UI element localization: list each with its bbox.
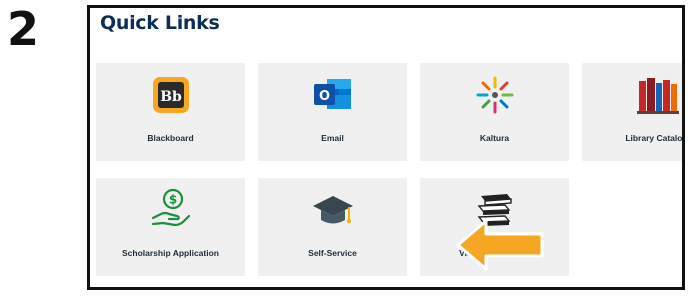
tile-blackboard[interactable]: Bb Blackboard xyxy=(96,63,245,161)
tile-scholarship-application[interactable]: $ Scholarship Application xyxy=(96,178,245,276)
graduation-cap-icon xyxy=(311,194,355,233)
tile-library-catalog[interactable]: Library Catalog xyxy=(582,63,685,161)
tile-label-scholarship-application: Scholarship Application xyxy=(122,248,219,258)
blackboard-icon: Bb xyxy=(152,76,190,119)
pointer-arrow-icon xyxy=(456,217,548,278)
outlook-icon-text: O xyxy=(318,89,329,104)
step-number: 2 xyxy=(7,2,40,56)
tile-self-service[interactable]: Self-Service xyxy=(258,178,407,276)
svg-text:$: $ xyxy=(168,193,176,207)
tile-email[interactable]: O Email xyxy=(258,63,407,161)
outlook-email-icon: O xyxy=(313,77,353,118)
tile-label-email: Email xyxy=(321,133,344,143)
tile-label-self-service: Self-Service xyxy=(308,248,357,258)
tile-label-library-catalog: Library Catalog xyxy=(625,133,685,143)
screenshot-frame: Quick Links Bb Blackboard O Email Kaltur… xyxy=(87,5,685,290)
blackboard-icon-text: Bb xyxy=(160,89,182,105)
tile-kaltura[interactable]: Kaltura xyxy=(420,63,569,161)
scholarship-hand-dollar-icon: $ xyxy=(149,188,193,233)
tile-label-kaltura: Kaltura xyxy=(479,133,510,143)
tile-label-blackboard: Blackboard xyxy=(147,133,194,143)
quick-links-title: Quick Links xyxy=(100,12,220,34)
kaltura-icon xyxy=(475,75,515,120)
library-books-icon xyxy=(635,75,679,120)
